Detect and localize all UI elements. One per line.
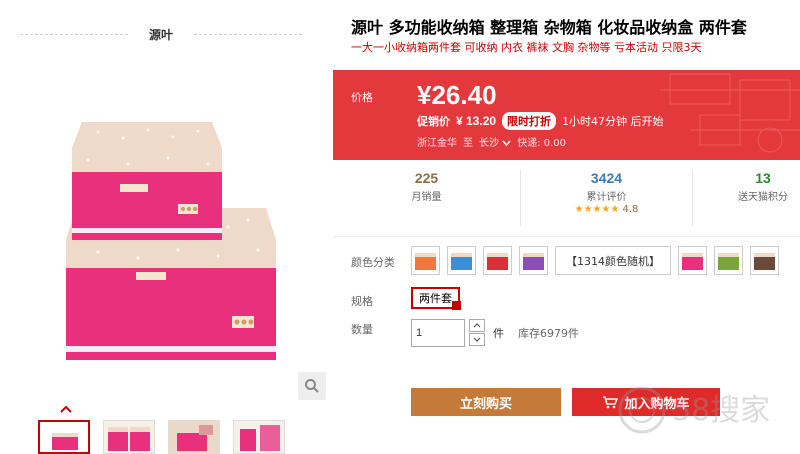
rating: ★★★★★ 4.8 (521, 204, 692, 215)
monthly-sales-value: 225 (414, 170, 439, 186)
color-swatch-pink[interactable] (678, 246, 707, 275)
divider (194, 34, 302, 35)
product-subtitle: 一大一小收纳箱两件套 可收纳 内衣 裤袜 文胸 杂物等 亏本活动 只限3天 (351, 41, 702, 54)
quantity-input[interactable] (411, 319, 465, 347)
thumbnail-strip (38, 420, 285, 454)
points-label: 送天猫积分 (738, 192, 788, 203)
color-swatch-image (718, 252, 739, 270)
color-swatch-green[interactable] (714, 246, 743, 275)
spec-option-selected[interactable]: 两件套 (411, 287, 461, 310)
spec-label: 规格 (351, 295, 373, 308)
origin-location: 浙江金华 (417, 138, 457, 149)
monthly-sales-label: 月销量 (411, 192, 442, 203)
spec-value: 两件套 (419, 292, 452, 305)
reviews-count: 3424 (590, 170, 623, 186)
chevron-down-icon (473, 337, 481, 342)
color-swatch-image (523, 252, 544, 270)
zoom-button[interactable] (298, 372, 326, 400)
thumbnail-scroll-up[interactable] (59, 404, 73, 414)
color-swatch-image (682, 252, 703, 270)
reviews-label: 累计评价 (586, 192, 627, 203)
color-options: 【1314颜色随机】 (411, 246, 779, 275)
color-swatch-image (754, 252, 775, 270)
stats-bar: 225 月销量 3424 累计评价 ★★★★★ 4.8 13 送天猫积分 (333, 170, 800, 226)
star-rating-icon: ★★★★★ (574, 204, 620, 215)
promo-row: 促销价 ¥ 13.20 限时打折 1小时47分钟 后开始 (417, 112, 664, 130)
product-gallery: 源叶 (0, 0, 333, 454)
quantity-increase-button[interactable] (469, 319, 485, 332)
thumbnail-image (40, 422, 88, 452)
rating-score: 4.8 (622, 204, 639, 215)
thumbnail-4[interactable] (233, 420, 285, 454)
chevron-up-icon (60, 405, 72, 413)
stock-text: 库存6979件 (518, 327, 579, 340)
selected-check-icon (452, 301, 461, 310)
reviews-stat[interactable]: 3424 累计评价 ★★★★★ 4.8 (521, 170, 693, 226)
chevron-down-icon (502, 140, 511, 147)
svg-text:58搜家: 58搜家 (672, 393, 770, 428)
shipping-row: 浙江金华 至 长沙 快递: 0.00 (417, 134, 566, 149)
qty-label: 数量 (351, 323, 373, 336)
watermark-logo: 58搜家 (618, 386, 770, 434)
flash-sale-badge: 限时打折 (502, 112, 557, 130)
points-stat: 13 送天猫积分 (693, 170, 800, 226)
original-price: ¥26.40 (417, 80, 497, 110)
color-swatch-purple[interactable] (519, 246, 548, 275)
color-swatch-red[interactable] (483, 246, 512, 275)
price-panel: 价格 ¥26.40 促销价 ¥ 13.20 限时打折 1小时47分钟 后开始 浙… (333, 70, 800, 160)
color-swatch-brown[interactable] (750, 246, 779, 275)
color-swatch-orange[interactable] (411, 246, 440, 275)
price-label: 价格 (351, 91, 373, 104)
shop-header: 源叶 (20, 24, 302, 44)
color-swatch-image (451, 252, 472, 270)
main-product-image[interactable] (28, 100, 298, 370)
magnifier-icon (305, 379, 319, 393)
qty-unit: 件 (493, 327, 504, 340)
color-swatch-image (487, 252, 508, 270)
buy-now-label: 立刻购买 (459, 396, 512, 412)
thumbnail-2[interactable] (103, 420, 155, 454)
promo-price: ¥ 13.20 (456, 114, 497, 128)
destination-value: 长沙 (479, 138, 499, 149)
to-label: 至 (463, 138, 473, 149)
divider (333, 236, 800, 237)
countdown-text: 1小时47分钟 后开始 (562, 115, 664, 128)
thumbnail-image (104, 421, 154, 453)
destination-select[interactable]: 长沙 (479, 134, 511, 149)
color-label: 颜色分类 (351, 256, 395, 269)
color-swatch-image (415, 252, 436, 270)
shipping-fee: 快递: 0.00 (517, 138, 567, 149)
color-option-random[interactable]: 【1314颜色随机】 (555, 246, 671, 275)
buy-now-button[interactable]: 立刻购买 (411, 388, 561, 416)
thumbnail-1[interactable] (38, 420, 90, 454)
points-value: 13 (755, 170, 771, 186)
thumbnail-3[interactable] (168, 420, 220, 454)
product-title: 源叶 多功能收纳箱 整理箱 杂物箱 化妆品收纳盒 两件套 (351, 18, 747, 37)
thumbnail-image (169, 421, 219, 453)
chevron-up-icon (473, 323, 481, 328)
color-swatch-blue[interactable] (447, 246, 476, 275)
thumbnail-image (234, 421, 284, 453)
quantity-decrease-button[interactable] (469, 333, 485, 346)
promo-label: 促销价 (417, 115, 450, 128)
monthly-sales-stat: 225 月销量 (333, 170, 521, 226)
